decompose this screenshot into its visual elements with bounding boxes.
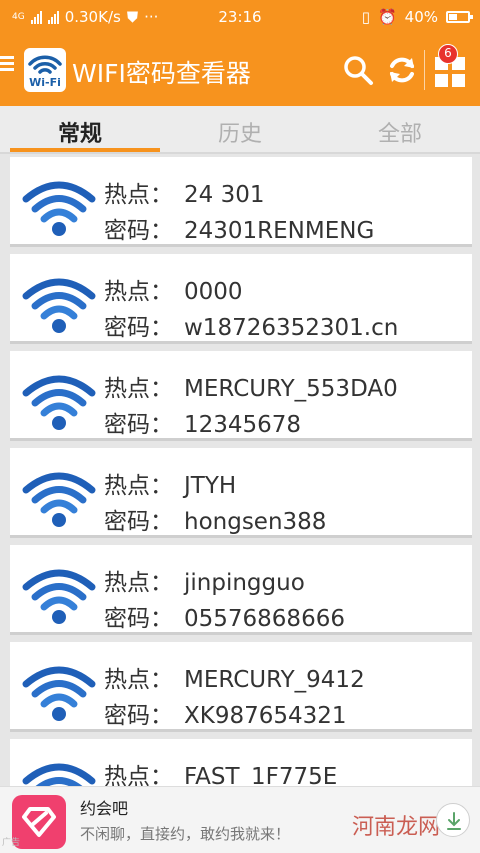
hotspot-label: 热点： [104,376,173,402]
wifi-signal-icon [22,569,96,624]
wifi-list-item[interactable]: 热点： MERCURY_553DA0 密码： 12345678 [10,351,472,441]
hotspot-row: 热点： MERCURY_553DA0 [104,369,398,403]
password-value: hongsen388 [184,509,327,535]
logo-text: Wi-Fi [29,76,61,89]
wifi-signal-icon [22,472,96,527]
hotspot-label: 热点： [104,279,173,305]
ad-title: 约会吧 [80,799,129,818]
hotspot-ssid: MERCURY_553DA0 [184,376,398,402]
status-right: ▯ ⏰ 40% [361,8,473,26]
hotspot-label: 热点： [104,570,173,596]
search-icon[interactable] [342,54,374,86]
tab-history[interactable]: 历史 [160,106,320,154]
tab-general[interactable]: 常规 [0,106,160,154]
password-row: 密码： w18726352301.cn [104,308,398,342]
app-title: WIFI密码查看器 [72,59,251,88]
appbar-divider [424,50,425,90]
hotspot-row: 热点： 24 301 [104,175,264,209]
password-row: 密码： 12345678 [104,405,301,439]
hotspot-row: 热点： jinpingguo [104,563,305,597]
hotspot-label: 热点： [104,182,173,208]
hotspot-ssid: 24 301 [184,182,265,208]
password-row: 密码： 05576868666 [104,599,345,633]
tab-underline-divider [0,152,480,154]
heart-link-icon [22,807,56,837]
wifi-signal-icon [22,181,96,236]
battery-percent: 40% [404,8,438,26]
status-bar: 4G 0.30K/s ⛊ ··· 23:16 ▯ ⏰ 40% [0,0,480,34]
wifi-list-item[interactable]: 热点： jinpingguo 密码： 05576868666 [10,545,472,635]
hotspot-row: 热点： 0000 [104,272,243,306]
ad-banner[interactable]: 约会吧 不闲聊，直接约，敢约我就来！ 广告 河南龙网 [0,786,480,853]
password-label: 密码： [104,315,173,341]
hotspot-ssid: JTYH [184,473,237,499]
password-row: 密码： 24301RENMENG [104,211,374,245]
password-value: w18726352301.cn [184,315,399,341]
hotspot-ssid: 0000 [184,279,243,305]
password-row: 密码： XK987654321 [104,696,347,730]
hotspot-ssid: MERCURY_9412 [184,667,365,693]
vibrate-icon: ▯ [361,8,370,26]
app-bar: Wi-Fi WIFI密码查看器 6 [0,34,480,106]
password-label: 密码： [104,412,173,438]
password-label: 密码： [104,218,173,244]
hotspot-ssid: jinpingguo [184,570,305,596]
password-row: 密码： hongsen388 [104,502,326,536]
password-label: 密码： [104,703,173,729]
tab-bar: 常规 历史 全部 [0,106,480,154]
refresh-icon[interactable] [386,54,418,86]
notification-badge: 6 [438,44,458,64]
battery-icon [446,11,473,23]
ad-tag: 广告 [2,838,21,848]
hotspot-label: 热点： [104,473,173,499]
wifi-list-item[interactable]: 热点： JTYH 密码： hongsen388 [10,448,472,538]
ad-app-logo [12,795,66,849]
wifi-signal-icon [22,666,96,721]
password-value: 05576868666 [184,606,345,632]
hotspot-row: 热点： JTYH [104,466,236,500]
wifi-list-item[interactable]: 热点： MERCURY_9412 密码： XK987654321 [10,642,472,732]
password-value: XK987654321 [184,703,347,729]
wifi-list-item[interactable]: 热点： 0000 密码： w18726352301.cn [10,254,472,344]
tab-all[interactable]: 全部 [320,106,480,154]
ad-description: 不闲聊，直接约，敢约我就来！ [80,825,291,843]
password-value: 24301RENMENG [184,218,375,244]
password-label: 密码： [104,606,173,632]
wifi-signal-icon [22,375,96,430]
app-logo: Wi-Fi [24,48,66,92]
watermark: 河南龙网 [351,815,440,840]
password-label: 密码： [104,509,173,535]
wifi-signal-icon [22,278,96,333]
password-value: 12345678 [184,412,302,438]
wifi-list-item[interactable]: 热点： 24 301 密码： 24301RENMENG [10,157,472,247]
hotspot-label: 热点： [104,667,173,693]
alarm-icon: ⏰ [377,8,397,26]
menu-icon[interactable] [0,56,14,72]
hotspot-row: 热点： MERCURY_9412 [104,660,365,694]
download-icon[interactable] [436,803,470,837]
